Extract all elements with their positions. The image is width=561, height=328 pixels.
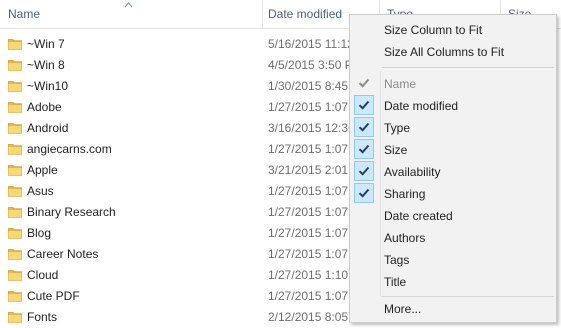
file-date-modified: 1/27/2015 1:07 P bbox=[268, 142, 360, 156]
file-name: ~Win10 bbox=[27, 79, 69, 93]
file-name: ~Win 8 bbox=[27, 58, 65, 72]
menu-item-size-all-columns-to-fit[interactable]: Size All Columns to Fit bbox=[350, 41, 556, 63]
file-name: Apple bbox=[27, 163, 58, 177]
menu-item-label: More... bbox=[384, 302, 422, 316]
folder-icon bbox=[8, 290, 22, 302]
column-header-date-modified[interactable]: Date modified bbox=[268, 7, 342, 21]
file-name: Android bbox=[27, 121, 69, 135]
file-name: Fonts bbox=[27, 310, 58, 324]
file-date-modified: 1/27/2015 1:07 P bbox=[268, 226, 360, 240]
menu-item-column-date-created[interactable]: Date created bbox=[350, 205, 556, 227]
folder-icon bbox=[8, 122, 22, 134]
menu-item-label: Date created bbox=[384, 209, 453, 223]
file-name: Adobe bbox=[27, 100, 62, 114]
file-name: Asus bbox=[27, 184, 54, 198]
menu-item-column-tags[interactable]: Tags bbox=[350, 249, 556, 271]
folder-icon bbox=[8, 269, 22, 281]
menu-item-size-column-to-fit[interactable]: Size Column to Fit bbox=[350, 19, 556, 41]
folder-icon bbox=[8, 227, 22, 239]
file-date-modified: 3/21/2015 2:01 P bbox=[268, 163, 360, 177]
column-divider[interactable] bbox=[262, 0, 263, 28]
menu-item-more[interactable]: More... bbox=[350, 298, 556, 320]
file-date-modified: 5/16/2015 11:12 bbox=[268, 37, 354, 51]
menu-item-column-authors[interactable]: Authors bbox=[350, 227, 556, 249]
file-date-modified: 3/16/2015 12:36 bbox=[268, 121, 355, 135]
checkmark-icon bbox=[354, 139, 374, 159]
file-name: angiecarns.com bbox=[27, 142, 112, 156]
file-date-modified: 1/27/2015 1:07 P bbox=[268, 247, 360, 261]
checkmark-icon bbox=[354, 161, 374, 181]
menu-item-column-sharing[interactable]: Sharing bbox=[350, 183, 556, 205]
folder-icon bbox=[8, 185, 22, 197]
menu-item-label: Size bbox=[384, 143, 408, 157]
menu-item-column-size[interactable]: Size bbox=[350, 139, 556, 161]
folder-icon bbox=[8, 248, 22, 260]
menu-item-column-title[interactable]: Title bbox=[350, 271, 556, 293]
menu-item-label: Availability bbox=[384, 165, 441, 179]
menu-item-label: Date modified bbox=[384, 99, 459, 113]
file-name: Career Notes bbox=[27, 247, 99, 261]
menu-separator bbox=[382, 67, 554, 68]
menu-item-label: Sharing bbox=[384, 187, 426, 201]
file-date-modified: 1/27/2015 1:10 P bbox=[268, 268, 360, 282]
menu-item-column-type[interactable]: Type bbox=[350, 117, 556, 139]
folder-icon bbox=[8, 38, 22, 50]
file-date-modified: 1/27/2015 1:07 P bbox=[268, 205, 360, 219]
menu-item-column-date-modified[interactable]: Date modified bbox=[350, 95, 556, 117]
folder-icon bbox=[8, 143, 22, 155]
column-header-name[interactable]: Name bbox=[8, 7, 40, 21]
file-date-modified: 1/27/2015 1:07 P bbox=[268, 289, 360, 303]
sort-ascending-icon bbox=[124, 0, 133, 10]
menu-separator bbox=[382, 296, 554, 297]
menu-item-label: Type bbox=[384, 121, 411, 135]
folder-icon bbox=[8, 311, 22, 323]
file-date-modified: 1/30/2015 8:45 P bbox=[268, 79, 360, 93]
file-name: Cloud bbox=[27, 268, 59, 282]
checkmark-icon bbox=[354, 183, 374, 203]
menu-item-label: Size All Columns to Fit bbox=[384, 45, 505, 59]
folder-icon bbox=[8, 80, 22, 92]
checkmark-icon bbox=[354, 117, 374, 137]
folder-icon bbox=[8, 164, 22, 176]
menu-item-column-name: Name bbox=[350, 73, 556, 95]
file-date-modified: 1/27/2015 1:07 P bbox=[268, 184, 360, 198]
column-context-menu: Size Column to Fit Size All Columns to F… bbox=[349, 14, 557, 323]
menu-item-label: Title bbox=[384, 275, 407, 289]
menu-item-label: Tags bbox=[384, 253, 410, 267]
file-date-modified: 2/12/2015 8:05 A bbox=[268, 310, 359, 324]
folder-icon bbox=[8, 101, 22, 113]
menu-item-label: Authors bbox=[384, 231, 426, 245]
checkmark-icon bbox=[354, 73, 374, 93]
folder-icon bbox=[8, 59, 22, 71]
file-name: Binary Research bbox=[27, 205, 116, 219]
file-date-modified: 4/5/2015 3:50 PI bbox=[268, 58, 357, 72]
file-name: Blog bbox=[27, 226, 52, 240]
menu-item-label: Name bbox=[384, 77, 417, 91]
file-date-modified: 1/27/2015 1:07 P bbox=[268, 100, 360, 114]
menu-item-column-availability[interactable]: Availability bbox=[350, 161, 556, 183]
menu-item-label: Size Column to Fit bbox=[384, 23, 483, 37]
file-name: ~Win 7 bbox=[27, 37, 65, 51]
folder-icon bbox=[8, 206, 22, 218]
file-name: Cute PDF bbox=[27, 289, 80, 303]
checkmark-icon bbox=[354, 95, 374, 115]
